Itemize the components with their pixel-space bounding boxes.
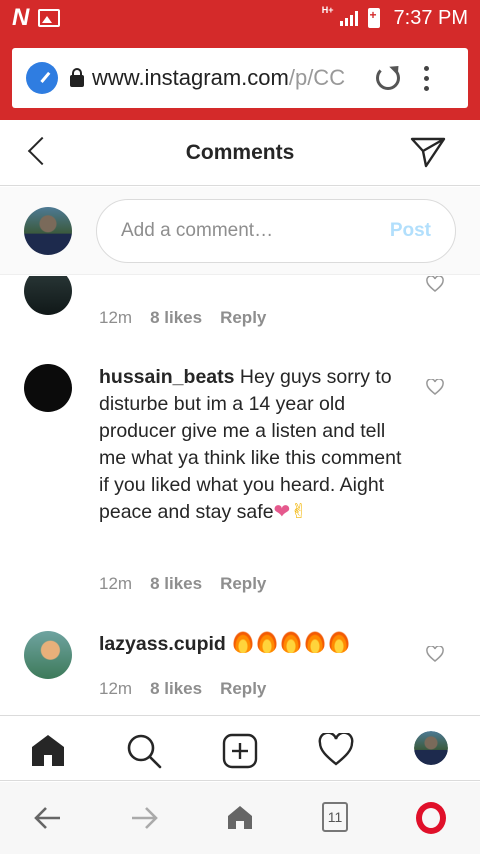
comment-meta: 12m 8 likes Reply — [99, 574, 266, 594]
page-title: Comments — [185, 140, 295, 164]
fire-emoji — [281, 631, 302, 653]
browser-bottom-nav: 11 — [0, 782, 480, 854]
home-icon[interactable] — [226, 804, 254, 835]
comment-time: 12m — [99, 308, 133, 327]
image-icon — [38, 9, 61, 27]
back-icon[interactable] — [34, 806, 62, 835]
activity-icon[interactable] — [318, 731, 354, 772]
comment-text: dcruncey ♦ ♦ ♦ — [99, 276, 409, 278]
comment-meta: 12m 8 likes Reply — [99, 679, 266, 699]
like-heart-icon[interactable] — [426, 276, 444, 292]
lock-icon — [70, 68, 84, 87]
fire-emoji — [257, 631, 278, 653]
signal-icon — [339, 10, 358, 26]
menu-icon[interactable] — [424, 65, 429, 91]
url-text[interactable]: www.instagram.com/p/CC — [92, 65, 362, 91]
status-bar: N H+ 7:37 PM — [0, 0, 480, 36]
fire-emoji — [329, 631, 350, 653]
avatar[interactable] — [24, 364, 72, 412]
comment-username[interactable]: lazyass.cupid — [99, 633, 226, 655]
list-item: hussain_beats Hey guys sorry to disturbe… — [0, 356, 480, 596]
like-heart-icon[interactable] — [426, 646, 444, 662]
list-item: dcruncey ♦ ♦ ♦ 12m 8 likes Reply — [0, 276, 480, 336]
comments-list[interactable]: dcruncey ♦ ♦ ♦ 12m 8 likes Reply hussain… — [0, 276, 480, 714]
clock: 7:37 PM — [393, 6, 468, 29]
victory-hand-emoji: ✌ — [290, 501, 308, 523]
comment-time: 12m — [99, 679, 133, 698]
opera-icon[interactable] — [416, 802, 446, 834]
comment-body: Hey guys sorry to disturbe but im a 14 y… — [99, 366, 402, 523]
comment-likes[interactable]: 8 likes — [150, 574, 202, 594]
comment-text: hussain_beats Hey guys sorry to disturbe… — [99, 364, 409, 526]
comment-username[interactable]: hussain_beats — [99, 366, 234, 388]
url-domain: www.instagram.com — [92, 65, 289, 90]
avatar — [24, 207, 72, 255]
instagram-bottom-nav — [0, 715, 480, 781]
send-icon[interactable] — [410, 136, 446, 168]
reply-button[interactable]: Reply — [220, 574, 266, 594]
list-item: lazyass.cupid 12m 8 likes Reply — [0, 631, 480, 714]
comment-input[interactable]: Add a comment… Post — [96, 199, 456, 263]
battery-icon — [367, 8, 380, 28]
fire-emoji — [233, 631, 254, 653]
screen: N H+ 7:37 PM www.instagram.com/p/CC Comm… — [0, 0, 480, 854]
comment-placeholder: Add a comment… — [121, 220, 274, 241]
speed-dial-icon[interactable] — [26, 62, 58, 94]
comment-likes[interactable]: 8 likes — [150, 679, 202, 699]
comment-likes[interactable]: 8 likes — [150, 308, 202, 328]
tabs-icon[interactable]: 11 — [322, 802, 348, 832]
network-type: H+ — [321, 5, 334, 15]
address-bar[interactable]: www.instagram.com/p/CC — [12, 48, 468, 108]
comment-text: lazyass.cupid — [99, 631, 409, 658]
post-button[interactable]: Post — [390, 220, 431, 242]
comment-time: 12m — [99, 574, 133, 593]
avatar[interactable] — [24, 276, 72, 315]
like-heart-icon[interactable] — [426, 379, 444, 395]
fire-emoji — [305, 631, 326, 653]
forward-icon[interactable] — [130, 806, 158, 835]
heart-emoji: ❤ — [273, 501, 291, 523]
browser-toolbar: www.instagram.com/p/CC — [0, 36, 480, 120]
search-icon[interactable] — [126, 733, 162, 774]
reload-icon[interactable] — [376, 66, 400, 90]
comment-meta: 12m 8 likes Reply — [99, 308, 266, 328]
add-comment-row: Add a comment… Post — [0, 187, 480, 275]
reply-button[interactable]: Reply — [220, 679, 266, 699]
new-post-icon[interactable] — [222, 733, 258, 774]
n-logo-icon: N — [12, 4, 29, 31]
avatar[interactable] — [24, 631, 72, 679]
home-icon[interactable] — [30, 733, 66, 772]
reply-button[interactable]: Reply — [220, 308, 266, 328]
comments-header: Comments — [0, 120, 480, 186]
url-path: /p/CC — [288, 65, 346, 90]
profile-avatar[interactable] — [414, 731, 448, 765]
